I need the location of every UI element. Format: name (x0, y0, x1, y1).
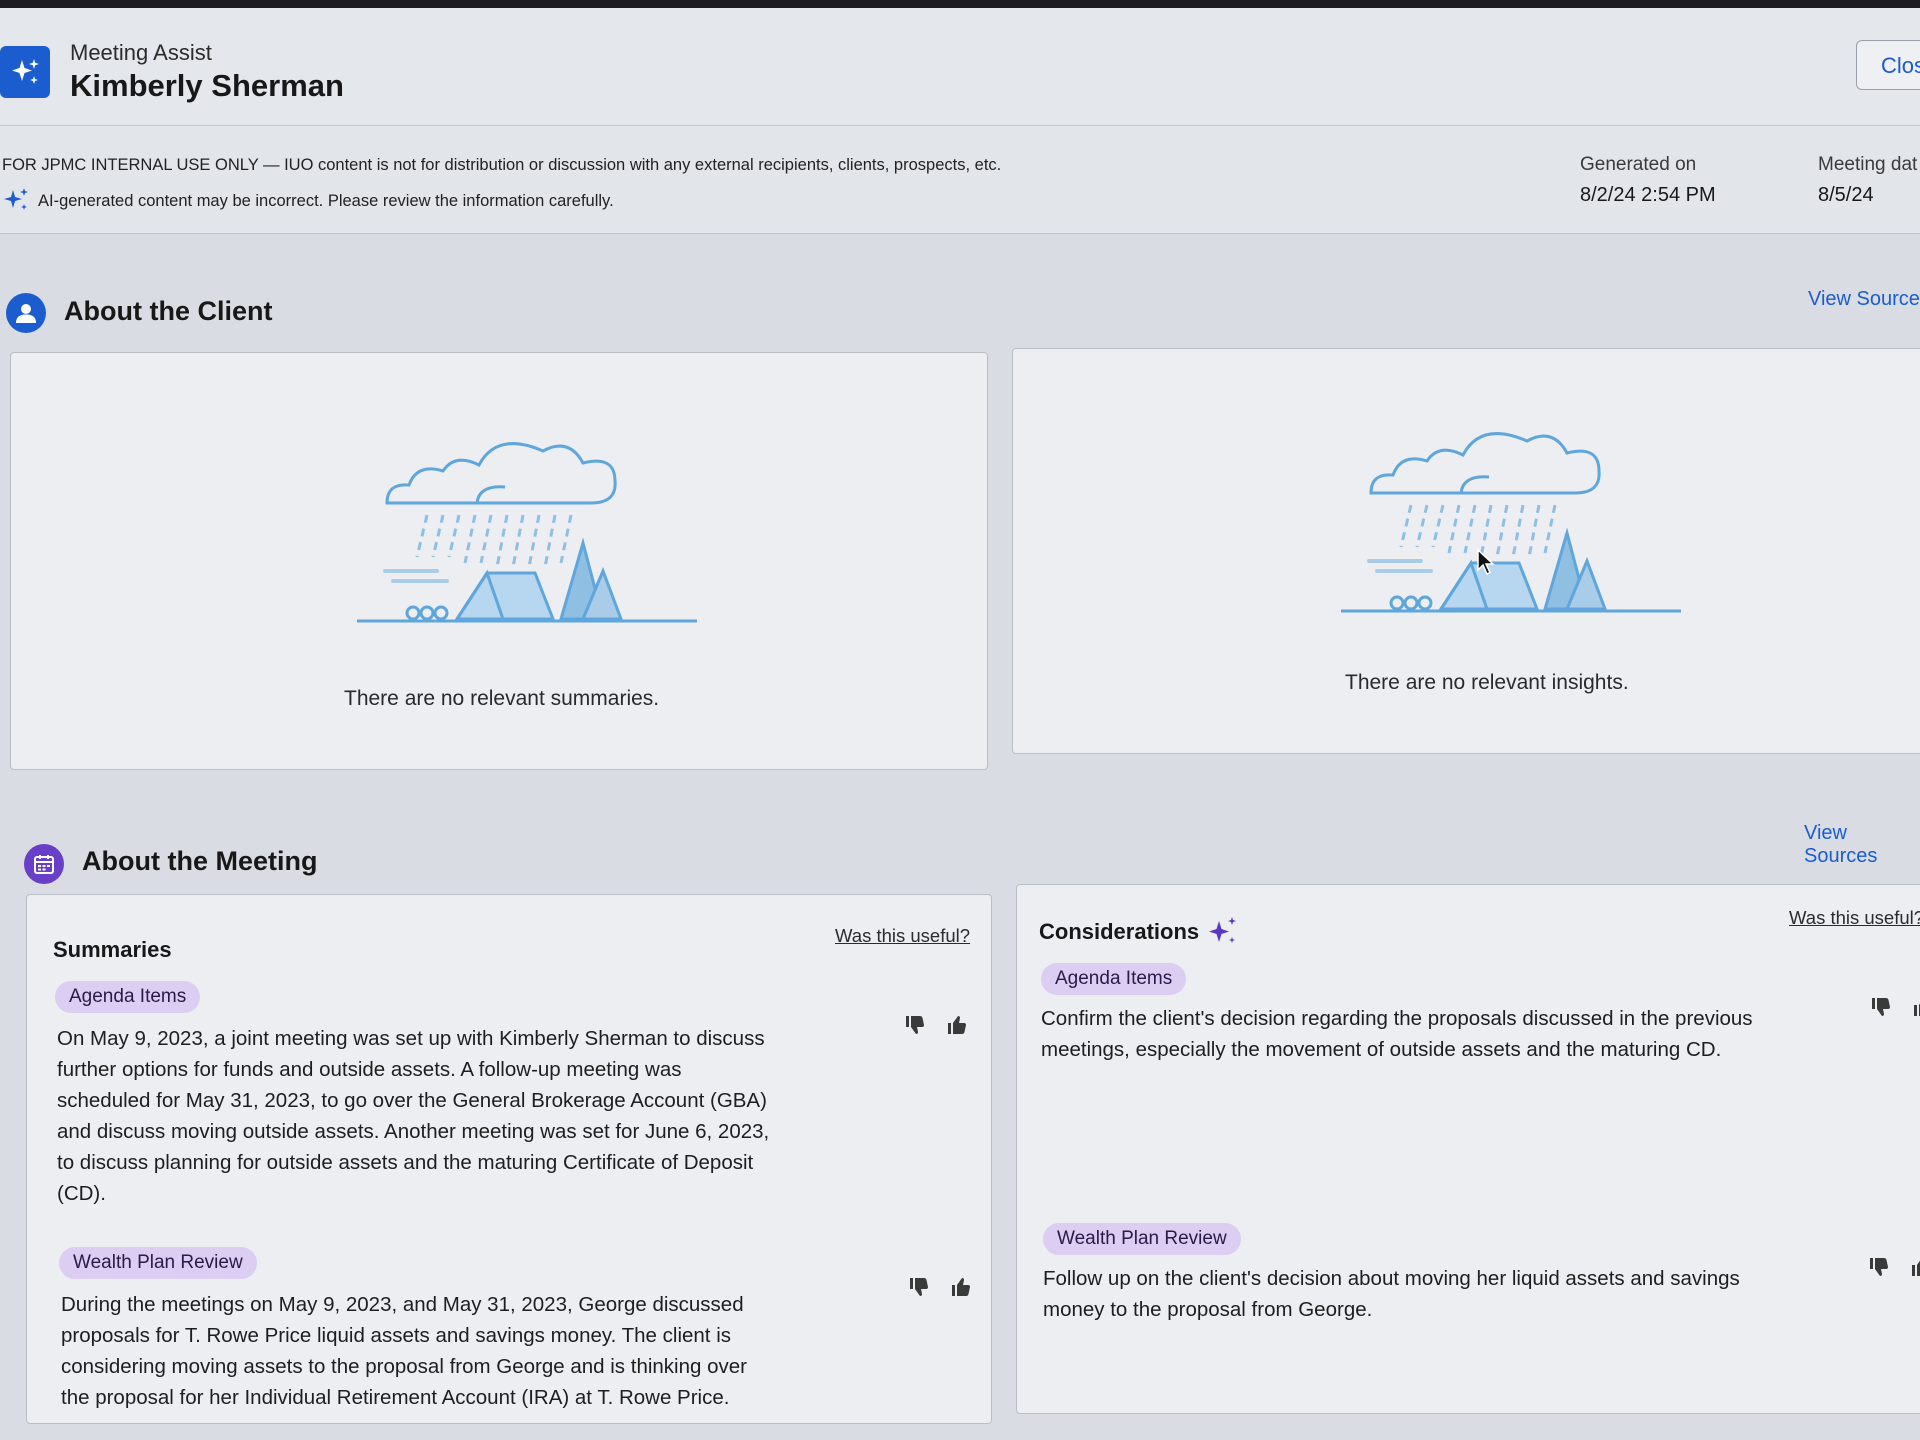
person-icon (6, 293, 46, 333)
meeting-date-value: 8/5/24 (1818, 184, 1874, 206)
page-title: Kimberly Sherman (70, 68, 344, 103)
empty-state-illustration (357, 442, 697, 623)
client-insights-card: There are no relevant insights. (1012, 348, 1920, 754)
ai-sparkle-icon (4, 188, 28, 210)
notice-bar: FOR JPMC INTERNAL USE ONLY — IUO content… (0, 126, 1920, 234)
consideration-line: meetings, especially the movement of out… (1041, 1038, 1722, 1061)
internal-use-notice: FOR JPMC INTERNAL USE ONLY — IUO content… (2, 156, 1002, 174)
summary-line: considering moving assets to the proposa… (61, 1355, 747, 1378)
meeting-date-label: Meeting dat (1818, 154, 1918, 175)
summary-line: to discuss planning for outside assets a… (57, 1151, 754, 1174)
client-summaries-card: There are no relevant summaries. (10, 352, 988, 770)
thumbs-up-icon[interactable] (1909, 1255, 1920, 1279)
thumbs-up-icon[interactable] (949, 1275, 973, 1299)
consideration-text: Follow up on the client's decision about… (1043, 1263, 1833, 1325)
close-button[interactable]: Clos (1856, 40, 1920, 90)
ai-disclaimer: AI-generated content may be incorrect. P… (38, 192, 614, 210)
thumbs-up-icon[interactable] (945, 1013, 969, 1037)
summary-line: On May 9, 2023, a joint meeting was set … (57, 1027, 765, 1050)
thumbs-down-icon[interactable] (903, 1013, 927, 1037)
considerations-title: Considerations (1039, 919, 1200, 944)
thumbs-up-icon[interactable] (1911, 995, 1920, 1019)
tag-agenda-items: Agenda Items (55, 981, 201, 1013)
client-view-sources-link[interactable]: View Source (1808, 288, 1920, 311)
feedback-buttons (1867, 1255, 1920, 1279)
consideration-line: money to the proposal from George. (1043, 1298, 1373, 1321)
summary-line: proposals for T. Rowe Price liquid asset… (61, 1324, 731, 1347)
window-top-edge (0, 0, 1920, 8)
summary-line: scheduled for May 31, 2023, to go over t… (57, 1089, 767, 1112)
feedback-buttons (903, 1013, 969, 1037)
thumbs-down-icon[interactable] (1869, 995, 1893, 1019)
summary-line: (CD). (57, 1182, 106, 1205)
mouse-cursor-icon (1477, 548, 1495, 576)
generated-label: Generated on (1580, 154, 1697, 175)
empty-state-illustration (1341, 432, 1681, 613)
summary-line: the proposal for her Individual Retireme… (61, 1386, 730, 1409)
considerations-was-useful-link[interactable]: Was this useful? (1789, 907, 1920, 929)
feedback-buttons (907, 1275, 973, 1299)
summaries-was-useful-link[interactable]: Was this useful? (835, 925, 970, 947)
insights-empty-message: There are no relevant insights. (1345, 671, 1629, 694)
consideration-line: Confirm the client's decision regarding … (1041, 1007, 1753, 1030)
meeting-considerations-card: Considerations Was this useful? Agenda I… (1016, 884, 1920, 1414)
about-client-title: About the Client (64, 296, 273, 326)
ai-sparkle-icon (1209, 917, 1236, 943)
summary-line: further options for funds and outside as… (57, 1058, 682, 1081)
tag-wealth-plan-review: Wealth Plan Review (59, 1247, 257, 1279)
summary-text: On May 9, 2023, a joint meeting was set … (57, 1023, 847, 1209)
calendar-icon (24, 844, 64, 884)
thumbs-down-icon[interactable] (1867, 1255, 1891, 1279)
summaries-title: Summaries (53, 937, 172, 962)
about-meeting-title: About the Meeting (82, 846, 318, 876)
tag-agenda-items: Agenda Items (1041, 963, 1187, 995)
thumbs-down-icon[interactable] (907, 1275, 931, 1299)
summary-text: During the meetings on May 9, 2023, and … (61, 1289, 841, 1413)
header: Meeting Assist Kimberly Sherman Clos (0, 8, 1920, 126)
meeting-view-sources-link[interactable]: View Sources (1804, 822, 1920, 868)
consideration-line: Follow up on the client's decision about… (1043, 1267, 1740, 1290)
sparkle-icon (0, 46, 50, 98)
app-name: Meeting Assist (70, 40, 212, 65)
meeting-summaries-card: Summaries Was this useful? Agenda Items … (26, 894, 992, 1424)
tag-wealth-plan-review: Wealth Plan Review (1043, 1223, 1241, 1255)
generated-value: 8/2/24 2:54 PM (1580, 184, 1716, 206)
summary-line: and discuss moving outside assets. Anoth… (57, 1120, 770, 1143)
consideration-text: Confirm the client's decision regarding … (1041, 1003, 1831, 1065)
summary-line: During the meetings on May 9, 2023, and … (61, 1293, 744, 1316)
feedback-buttons (1869, 995, 1920, 1019)
summaries-empty-message: There are no relevant summaries. (344, 687, 660, 710)
